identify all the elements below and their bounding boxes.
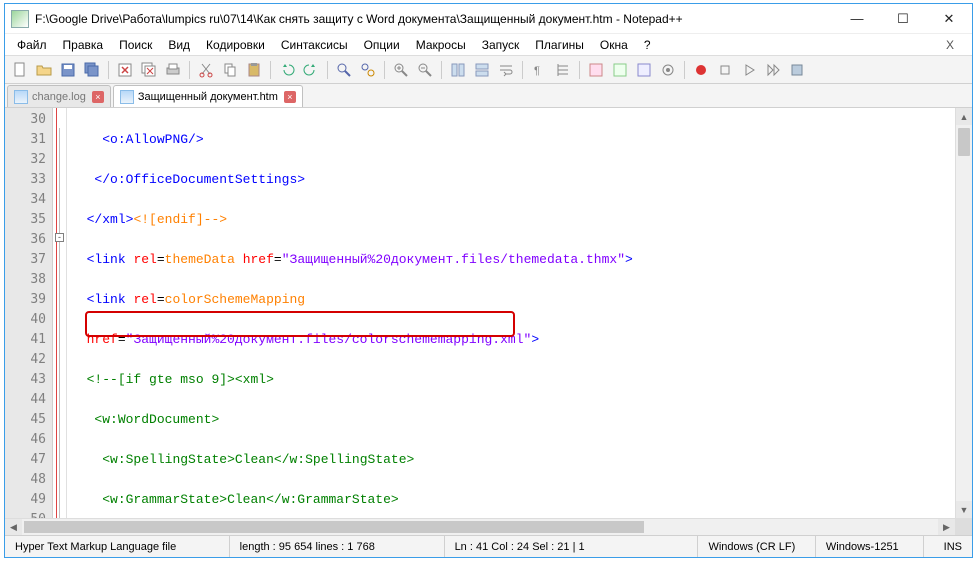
window-title: F:\Google Drive\Работа\lumpics ru\07\14\… bbox=[35, 12, 834, 26]
menubar-close-x[interactable]: X bbox=[932, 38, 968, 52]
scroll-thumb-h[interactable] bbox=[24, 521, 644, 533]
function-list-icon[interactable] bbox=[585, 59, 607, 81]
tabbar: change.log × Защищенный документ.htm × bbox=[5, 84, 972, 108]
wrap-icon[interactable] bbox=[495, 59, 517, 81]
stop-record-icon[interactable] bbox=[714, 59, 736, 81]
horizontal-scrollbar[interactable]: ◀ ▶ bbox=[5, 518, 972, 535]
menu-file[interactable]: Файл bbox=[9, 36, 55, 54]
new-file-icon[interactable] bbox=[9, 59, 31, 81]
menu-edit[interactable]: Правка bbox=[55, 36, 112, 54]
vertical-scrollbar[interactable]: ▲ ▼ bbox=[955, 108, 972, 518]
menu-encoding[interactable]: Кодировки bbox=[198, 36, 273, 54]
menu-syntax[interactable]: Синтаксисы bbox=[273, 36, 356, 54]
menu-run[interactable]: Запуск bbox=[474, 36, 528, 54]
scroll-right-icon[interactable]: ▶ bbox=[938, 519, 955, 535]
status-eol[interactable]: Windows (CR LF) bbox=[698, 536, 815, 557]
record-icon[interactable] bbox=[690, 59, 712, 81]
scroll-left-icon[interactable]: ◀ bbox=[5, 519, 22, 535]
sync-h-icon[interactable] bbox=[471, 59, 493, 81]
scroll-thumb[interactable] bbox=[958, 128, 970, 156]
status-filetype: Hyper Text Markup Language file bbox=[5, 536, 230, 557]
tab-document[interactable]: Защищенный документ.htm × bbox=[113, 85, 303, 107]
save-macro-icon[interactable] bbox=[786, 59, 808, 81]
paste-icon[interactable] bbox=[243, 59, 265, 81]
zoom-out-icon[interactable] bbox=[414, 59, 436, 81]
save-all-icon[interactable] bbox=[81, 59, 103, 81]
save-icon[interactable] bbox=[57, 59, 79, 81]
toolbar: ¶ bbox=[5, 56, 972, 84]
status-length: length : 95 654 lines : 1 768 bbox=[230, 536, 445, 557]
close-button[interactable]: ✕ bbox=[926, 4, 972, 33]
print-icon[interactable] bbox=[162, 59, 184, 81]
menu-plugins[interactable]: Плагины bbox=[527, 36, 592, 54]
indent-guide-icon[interactable] bbox=[552, 59, 574, 81]
maximize-button[interactable]: ☐ bbox=[880, 4, 926, 33]
close-file-icon[interactable] bbox=[114, 59, 136, 81]
close-all-icon[interactable] bbox=[138, 59, 160, 81]
file-icon bbox=[14, 90, 28, 104]
status-encoding[interactable]: Windows-1251 bbox=[816, 536, 924, 557]
find-icon[interactable] bbox=[333, 59, 355, 81]
tab-changelog[interactable]: change.log × bbox=[7, 85, 111, 107]
window: F:\Google Drive\Работа\lumpics ru\07\14\… bbox=[4, 3, 973, 558]
menu-windows[interactable]: Окна bbox=[592, 36, 636, 54]
show-all-icon[interactable]: ¶ bbox=[528, 59, 550, 81]
size-grip-icon[interactable] bbox=[955, 519, 972, 535]
cut-icon[interactable] bbox=[195, 59, 217, 81]
menu-options[interactable]: Опции bbox=[356, 36, 408, 54]
folder-workspace-icon[interactable] bbox=[633, 59, 655, 81]
fold-column[interactable]: - bbox=[53, 108, 67, 518]
replace-icon[interactable] bbox=[357, 59, 379, 81]
menu-macros[interactable]: Макросы bbox=[408, 36, 474, 54]
app-icon bbox=[11, 10, 29, 28]
tab-label: Защищенный документ.htm bbox=[138, 91, 278, 103]
titlebar[interactable]: F:\Google Drive\Работа\lumpics ru\07\14\… bbox=[5, 4, 972, 34]
sync-v-icon[interactable] bbox=[447, 59, 469, 81]
close-icon[interactable]: × bbox=[284, 91, 296, 103]
menu-view[interactable]: Вид bbox=[160, 36, 198, 54]
zoom-in-icon[interactable] bbox=[390, 59, 412, 81]
play-macro-icon[interactable] bbox=[738, 59, 760, 81]
undo-icon[interactable] bbox=[276, 59, 298, 81]
monitor-icon[interactable] bbox=[657, 59, 679, 81]
scroll-up-icon[interactable]: ▲ bbox=[956, 108, 972, 125]
svg-text:¶: ¶ bbox=[534, 65, 540, 77]
open-file-icon[interactable] bbox=[33, 59, 55, 81]
play-multi-icon[interactable] bbox=[762, 59, 784, 81]
scroll-down-icon[interactable]: ▼ bbox=[956, 501, 972, 518]
line-gutter: 3031323334353637383940414243444546474849… bbox=[5, 108, 53, 518]
status-position: Ln : 41 Col : 24 Sel : 21 | 1 bbox=[445, 536, 699, 557]
menu-search[interactable]: Поиск bbox=[111, 36, 160, 54]
redo-icon[interactable] bbox=[300, 59, 322, 81]
statusbar: Hyper Text Markup Language file length :… bbox=[5, 535, 972, 557]
code-area[interactable]: <o:AllowPNG/> </o:OfficeDocumentSettings… bbox=[67, 108, 955, 518]
doc-map-icon[interactable] bbox=[609, 59, 631, 81]
fold-toggle-icon[interactable]: - bbox=[55, 233, 64, 242]
copy-icon[interactable] bbox=[219, 59, 241, 81]
menu-help[interactable]: ? bbox=[636, 36, 659, 54]
editor[interactable]: 3031323334353637383940414243444546474849… bbox=[5, 108, 972, 518]
tab-label: change.log bbox=[32, 91, 86, 103]
file-icon bbox=[120, 90, 134, 104]
close-icon[interactable]: × bbox=[92, 91, 104, 103]
minimize-button[interactable]: — bbox=[834, 4, 880, 33]
menubar: Файл Правка Поиск Вид Кодировки Синтакси… bbox=[5, 34, 972, 56]
status-insert-mode[interactable]: INS bbox=[924, 536, 972, 557]
